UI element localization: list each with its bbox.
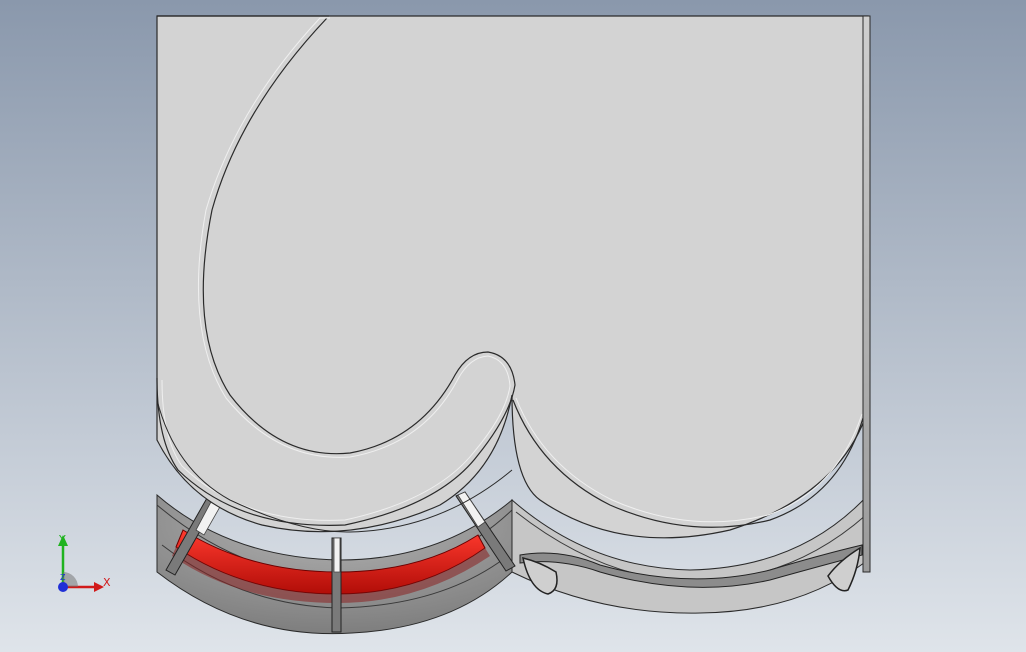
- z-axis-label: Z: [60, 573, 66, 582]
- y-axis-label: Y: [58, 533, 66, 546]
- z-axis-dot-icon: [58, 582, 68, 592]
- model-view[interactable]: [0, 0, 1026, 652]
- part-right-side: [862, 15, 871, 573]
- x-axis-label: X: [103, 576, 111, 589]
- graphics-viewport[interactable]: Y X Z: [0, 0, 1026, 652]
- rib-slot-center-light: [333, 537, 341, 573]
- coordinate-triad[interactable]: Y X Z: [46, 530, 118, 600]
